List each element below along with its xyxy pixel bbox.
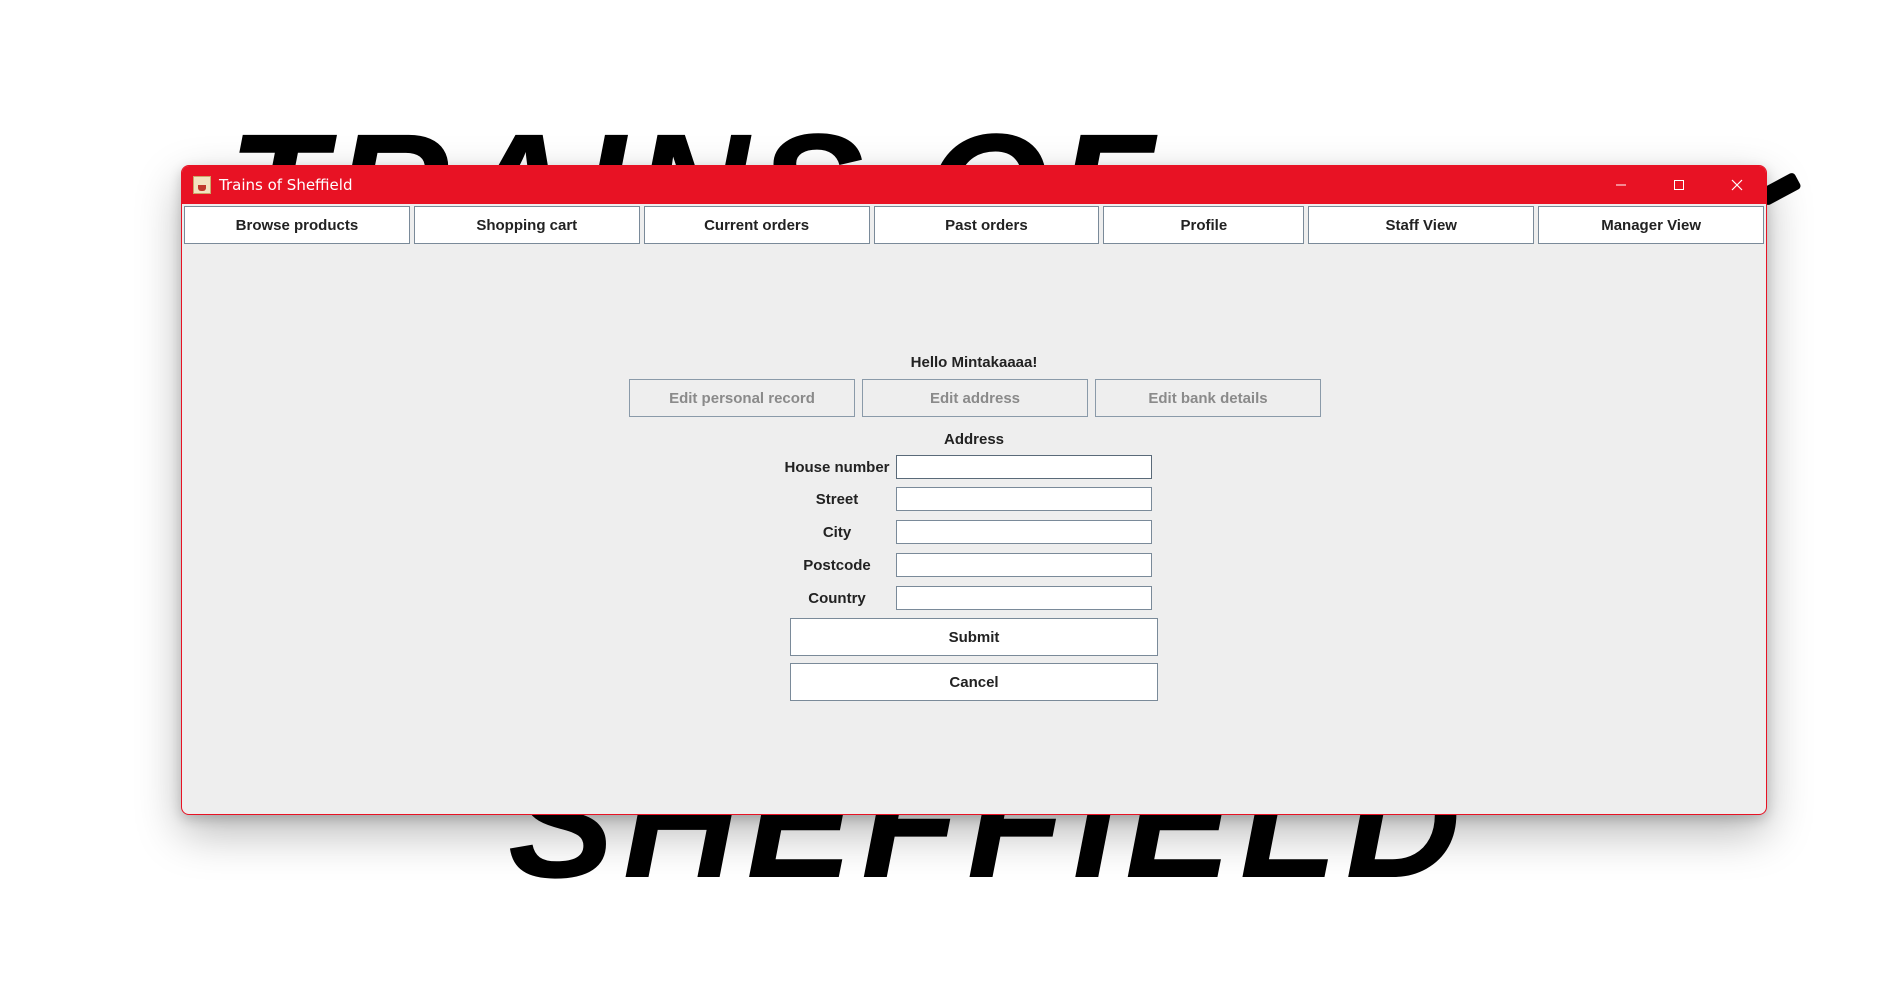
app-window: Trains of Sheffield Browse products Shop… [181,165,1767,815]
main-nav: Browse products Shopping cart Current or… [184,206,1765,244]
nav-profile-button[interactable]: Profile [1103,206,1305,244]
country-input[interactable] [896,586,1152,610]
postcode-label: Postcode [803,556,871,574]
edit-personal-record-button[interactable]: Edit personal record [629,379,855,417]
minimize-button[interactable] [1592,166,1650,204]
house-number-input[interactable] [896,455,1152,479]
window-title: Trains of Sheffield [219,176,353,194]
nav-manager-view-button[interactable]: Manager View [1538,206,1765,244]
street-input[interactable] [896,487,1152,511]
country-label: Country [808,589,866,607]
postcode-input[interactable] [896,553,1152,577]
nav-past-orders-button[interactable]: Past orders [873,206,1100,244]
postcode-row: Postcode [782,553,1152,577]
street-row: Street [782,487,1152,511]
window-controls [1592,166,1766,204]
nav-current-orders-button[interactable]: Current orders [643,206,870,244]
house-number-row: House number [782,455,1152,479]
title-bar[interactable]: Trains of Sheffield [182,166,1766,204]
submit-button[interactable]: Submit [790,618,1158,656]
edit-buttons-row: Edit personal record Edit address Edit b… [629,379,1321,417]
nav-browse-products-button[interactable]: Browse products [184,206,410,244]
country-row: Country [782,586,1152,610]
street-label: Street [815,490,859,508]
nav-staff-view-button[interactable]: Staff View [1308,206,1535,244]
city-row: City [782,520,1152,544]
greeting-text: Hello Mintakaaaa! [910,354,1038,371]
edit-bank-details-button[interactable]: Edit bank details [1095,379,1321,417]
close-icon [1731,179,1743,191]
minimize-icon [1616,184,1626,186]
nav-shopping-cart-button[interactable]: Shopping cart [413,206,640,244]
edit-address-button[interactable]: Edit address [862,379,1088,417]
house-number-label: House number [784,458,890,476]
close-button[interactable] [1708,166,1766,204]
maximize-button[interactable] [1650,166,1708,204]
java-app-icon [193,176,211,194]
address-section-title: Address [943,431,1005,448]
cancel-button[interactable]: Cancel [790,663,1158,701]
city-input[interactable] [896,520,1152,544]
maximize-icon [1674,180,1684,190]
city-label: City [822,523,852,541]
